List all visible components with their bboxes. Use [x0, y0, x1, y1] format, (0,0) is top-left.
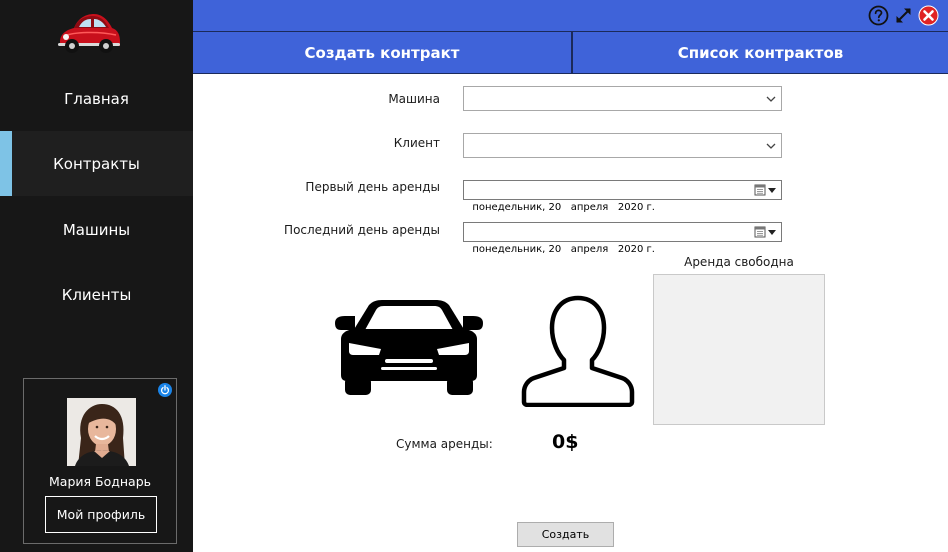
sidebar-item-contracts[interactable]: Контракты: [0, 131, 193, 196]
end-date-picker[interactable]: понедельник, 20 апреля 2020 г.: [463, 222, 782, 255]
tab-label: Создать контракт: [304, 43, 460, 62]
start-date-label: Первый день аренды: [305, 180, 440, 194]
tab-bar: Создать контракт Список контрактов: [193, 31, 948, 74]
start-date-value: понедельник, 20 апреля 2020 г.: [472, 202, 655, 213]
user-name: Мария Боднарь: [49, 474, 151, 489]
sidebar-item-cars[interactable]: Машины: [0, 197, 193, 262]
create-contract-button[interactable]: Создать: [517, 522, 614, 547]
user-silhouette-icon: [520, 292, 636, 408]
sidebar: Главная Контракты Машины Клиенты Мария Б…: [0, 0, 193, 552]
car-logo-icon: [54, 8, 122, 56]
car-icon: [331, 297, 487, 397]
tab-contract-list[interactable]: Список контрактов: [573, 32, 948, 73]
calendar-dropdown-icon[interactable]: [754, 184, 778, 196]
rental-status-label: Аренда свободна: [684, 255, 794, 269]
end-date-value: понедельник, 20 апреля 2020 г.: [472, 244, 655, 255]
title-bar: [193, 0, 948, 31]
power-icon[interactable]: [158, 383, 172, 397]
rental-sum-value: 0$: [552, 431, 579, 453]
calendar-dropdown-icon[interactable]: [754, 226, 778, 238]
tab-label: Список контрактов: [677, 43, 844, 62]
chevron-down-icon: [766, 143, 776, 149]
sidebar-item-label: Машины: [62, 220, 131, 239]
client-select[interactable]: [463, 133, 782, 158]
profile-card: Мария Боднарь Мой профиль: [23, 378, 177, 544]
my-profile-button[interactable]: Мой профиль: [45, 496, 157, 533]
avatar: [67, 398, 136, 466]
sidebar-item-home[interactable]: Главная: [0, 66, 193, 131]
car-select[interactable]: [463, 86, 782, 111]
rental-sum-label: Сумма аренды:: [396, 437, 493, 451]
sidebar-item-clients[interactable]: Клиенты: [0, 262, 193, 327]
sidebar-item-label: Контракты: [53, 154, 140, 173]
sidebar-item-label: Клиенты: [61, 285, 132, 304]
close-icon[interactable]: [918, 5, 939, 26]
start-date-picker[interactable]: понедельник, 20 апреля 2020 г.: [463, 180, 782, 213]
sidebar-item-label: Главная: [64, 89, 129, 108]
tab-create-contract[interactable]: Создать контракт: [193, 32, 571, 73]
client-label: Клиент: [393, 136, 440, 150]
car-label: Машина: [388, 92, 440, 106]
rental-status-panel: [653, 274, 825, 425]
chevron-down-icon: [766, 96, 776, 102]
help-icon[interactable]: [868, 5, 889, 26]
end-date-label: Последний день аренды: [284, 223, 440, 237]
maximize-icon[interactable]: [893, 5, 914, 26]
